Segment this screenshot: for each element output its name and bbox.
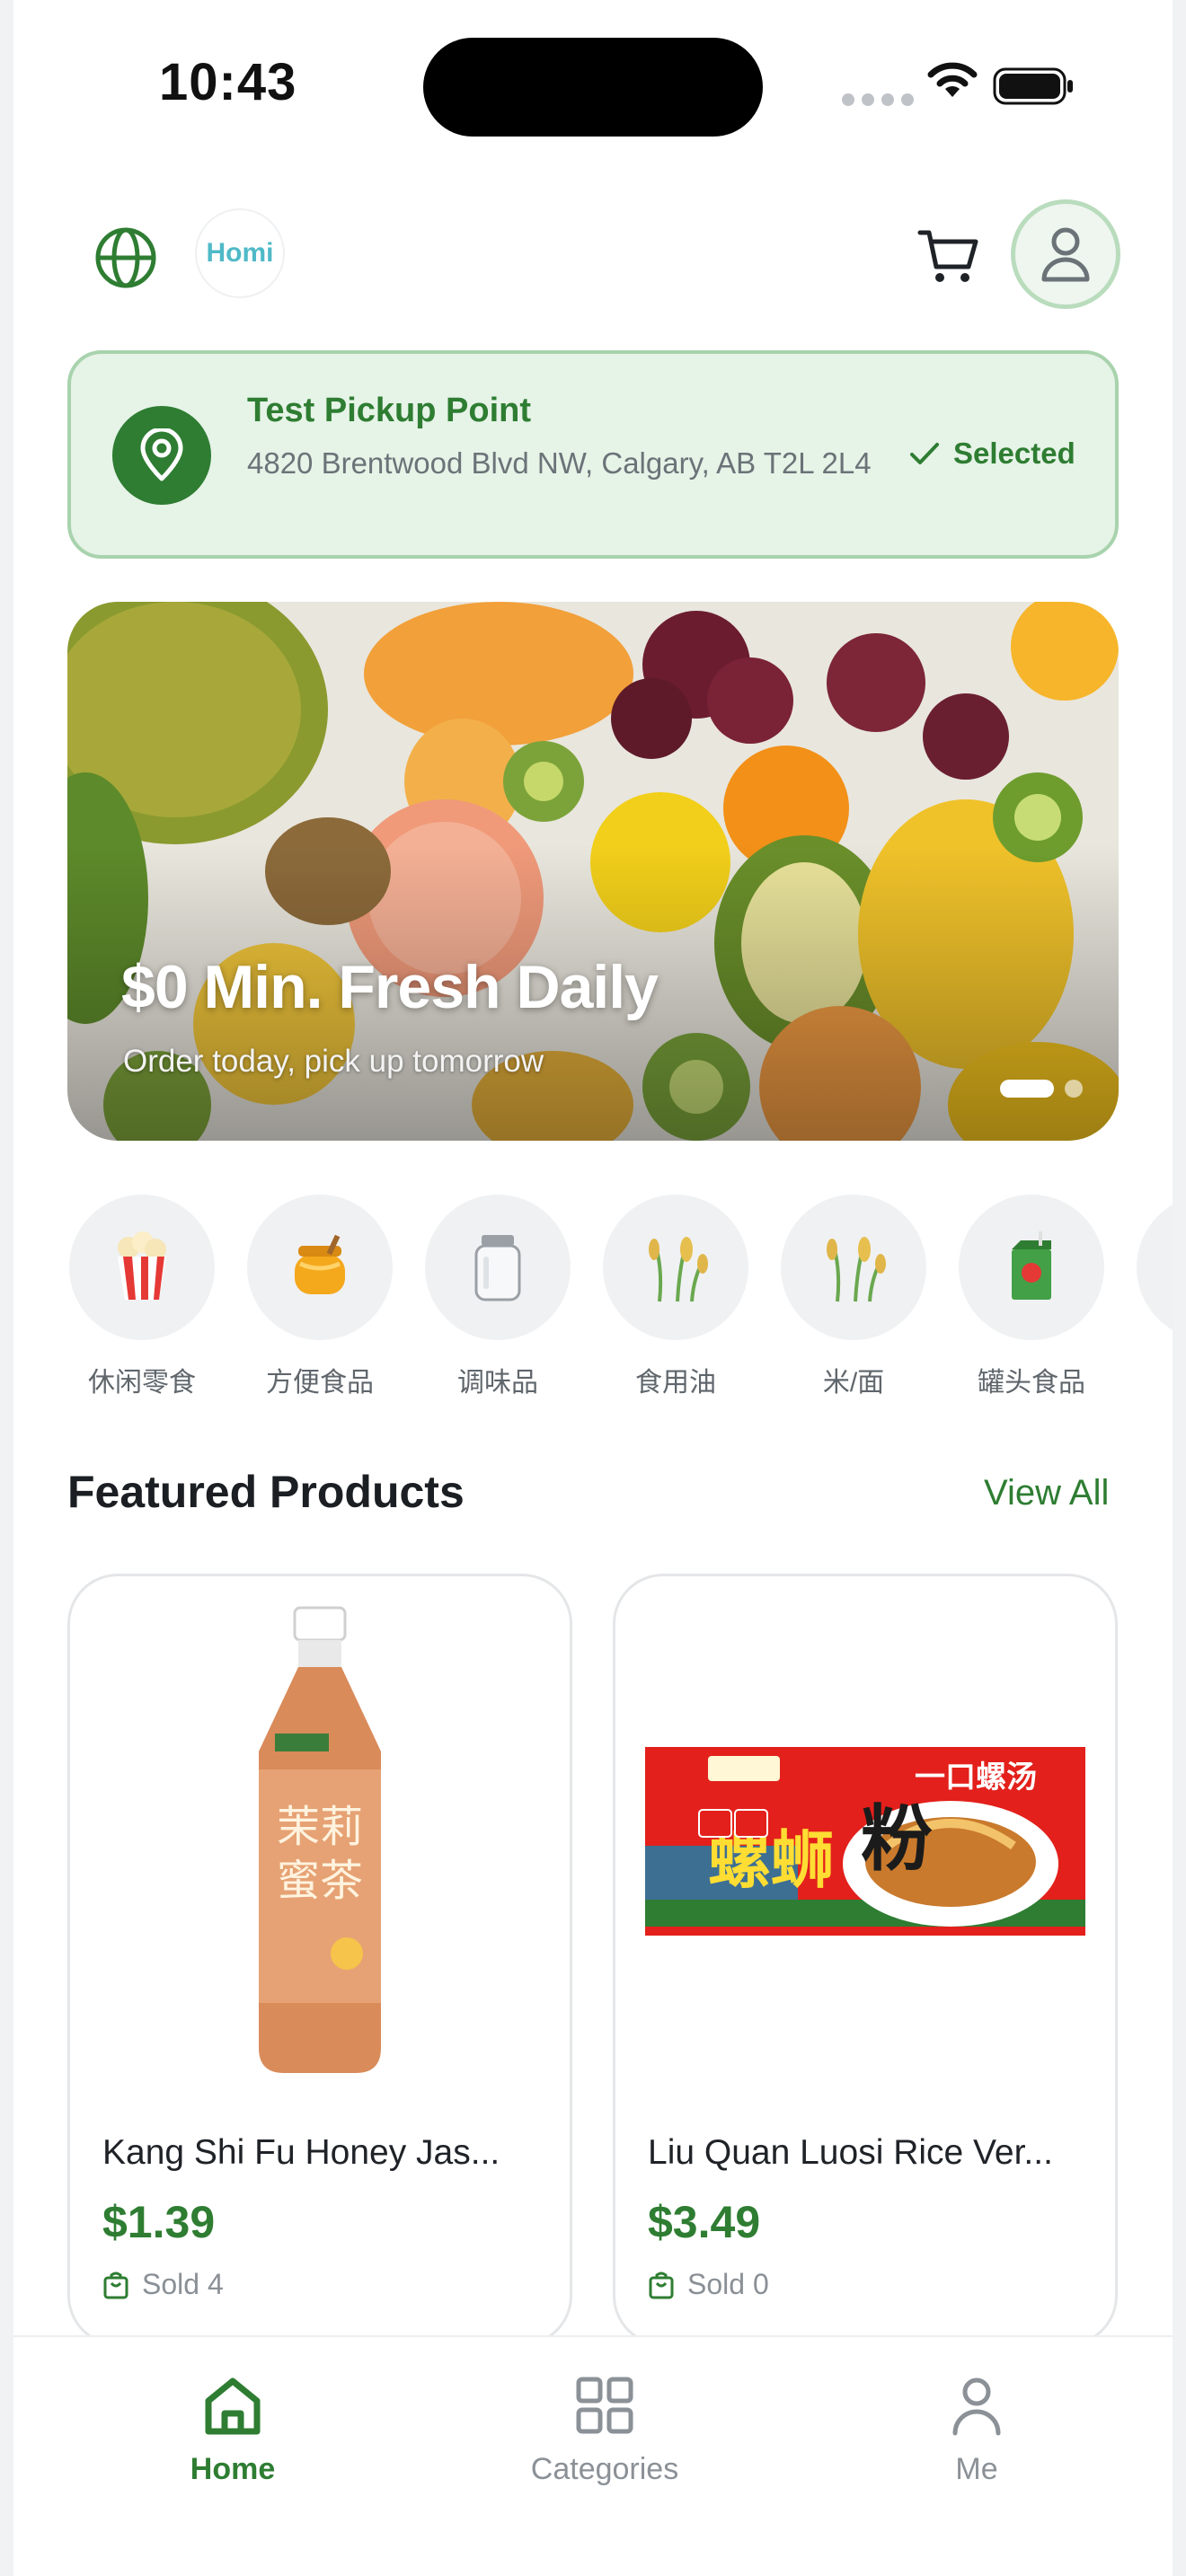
- category-row[interactable]: 休闲零食 方便食品 调味品 食用油 米/面 罐头食品: [67, 1195, 1173, 1401]
- page-dot-active[interactable]: [1000, 1080, 1054, 1098]
- category-item[interactable]: 饮料: [1135, 1195, 1173, 1399]
- category-item[interactable]: 罐头食品: [957, 1195, 1106, 1399]
- page-dot[interactable]: [1065, 1080, 1083, 1098]
- category-item[interactable]: 休闲零食: [67, 1195, 217, 1399]
- svg-text:一口螺汤: 一口螺汤: [915, 1760, 1037, 1795]
- app-header: Homi: [13, 198, 1173, 314]
- cart-button[interactable]: [908, 216, 989, 296]
- pickup-address: 4820 Brentwood Blvd NW, Calgary, AB T2L …: [247, 446, 872, 480]
- grid-icon: [576, 2377, 633, 2434]
- location-pin-icon: [140, 428, 183, 481]
- banner-pagination: [1000, 1080, 1083, 1098]
- product-name: Liu Quan Luosi Rice Ver...: [648, 2133, 1053, 2172]
- sold-label: Sold 4: [142, 2268, 224, 2300]
- user-icon: [952, 2378, 1001, 2436]
- banner-subtitle: Order today, pick up tomorrow: [123, 1044, 544, 1079]
- language-button[interactable]: [85, 217, 166, 298]
- category-item[interactable]: 调味品: [423, 1195, 572, 1399]
- sold-count: Sold 4: [102, 2268, 224, 2301]
- tab-me[interactable]: Me: [860, 2369, 1093, 2487]
- shopping-bag-icon: [103, 2272, 128, 2298]
- category-item[interactable]: 米/面: [779, 1195, 928, 1399]
- cellular-signal-icon: [842, 93, 914, 106]
- globe-icon: [95, 227, 156, 288]
- product-price: $1.39: [102, 2197, 216, 2247]
- selected-status: Selected: [908, 437, 1075, 471]
- bottom-tab-bar: Home Categories Me: [13, 2335, 1173, 2576]
- product-price: $3.49: [648, 2197, 761, 2247]
- svg-text:蜜茶: 蜜茶: [277, 1856, 363, 1906]
- glass-jar-icon: [474, 1235, 521, 1301]
- checkmark-icon: [910, 443, 939, 464]
- category-item[interactable]: 方便食品: [245, 1195, 394, 1399]
- pickup-point-card[interactable]: Test Pickup Point 4820 Brentwood Blvd NW…: [67, 350, 1119, 559]
- dynamic-island: [423, 38, 763, 137]
- luosifen-package-image: 螺蛳 粉 一口螺汤: [645, 1747, 1085, 1936]
- app-screen: 10:43 Homi Test Pickup Point 4820 Brentw…: [13, 0, 1173, 2576]
- jasmine-tea-bottle-image: 茉莉 蜜茶: [259, 1606, 381, 2073]
- svg-text:粉: 粉: [861, 1797, 933, 1881]
- honey-jar-icon: [295, 1234, 345, 1294]
- sold-count: Sold 0: [648, 2268, 769, 2301]
- featured-section-title: Featured Products: [67, 1467, 465, 1517]
- shopping-bag-icon: [649, 2272, 674, 2298]
- banner-title: $0 Min. Fresh Daily: [121, 953, 659, 1021]
- product-card[interactable]: 螺蛳 粉 一口螺汤 Liu Quan Luosi Rice Ver... $3.…: [613, 1574, 1118, 2346]
- tab-categories[interactable]: Categories: [488, 2369, 721, 2487]
- home-icon: [205, 2378, 261, 2435]
- view-all-link[interactable]: View All: [984, 1473, 1109, 1513]
- tab-home[interactable]: Home: [116, 2369, 350, 2487]
- pickup-pin-badge: [112, 406, 211, 505]
- category-item[interactable]: 食用油: [601, 1195, 750, 1399]
- cart-icon: [917, 230, 978, 282]
- promo-banner[interactable]: $0 Min. Fresh Daily Order today, pick up…: [67, 602, 1119, 1141]
- status-bar: 10:43: [13, 0, 1173, 171]
- status-time: 10:43: [159, 53, 297, 111]
- battery-icon: [993, 67, 1073, 105]
- homi-logo[interactable]: Homi: [195, 208, 285, 298]
- user-icon: [1041, 227, 1090, 282]
- wheat-icon: [827, 1237, 886, 1302]
- product-card[interactable]: 茉莉 蜜茶 Kang Shi Fu Honey Jas... $1.39 Sol…: [67, 1574, 572, 2346]
- pickup-name: Test Pickup Point: [247, 392, 532, 429]
- product-name: Kang Shi Fu Honey Jas...: [102, 2133, 500, 2172]
- wifi-icon: [927, 62, 978, 97]
- profile-button[interactable]: [1011, 199, 1120, 309]
- sold-label: Sold 0: [687, 2268, 769, 2300]
- wheat-icon: [649, 1237, 708, 1302]
- selected-label: Selected: [953, 437, 1075, 470]
- svg-text:茉莉: 茉莉: [277, 1802, 363, 1852]
- juice-box-icon: [1012, 1231, 1051, 1300]
- popcorn-icon: [118, 1231, 166, 1300]
